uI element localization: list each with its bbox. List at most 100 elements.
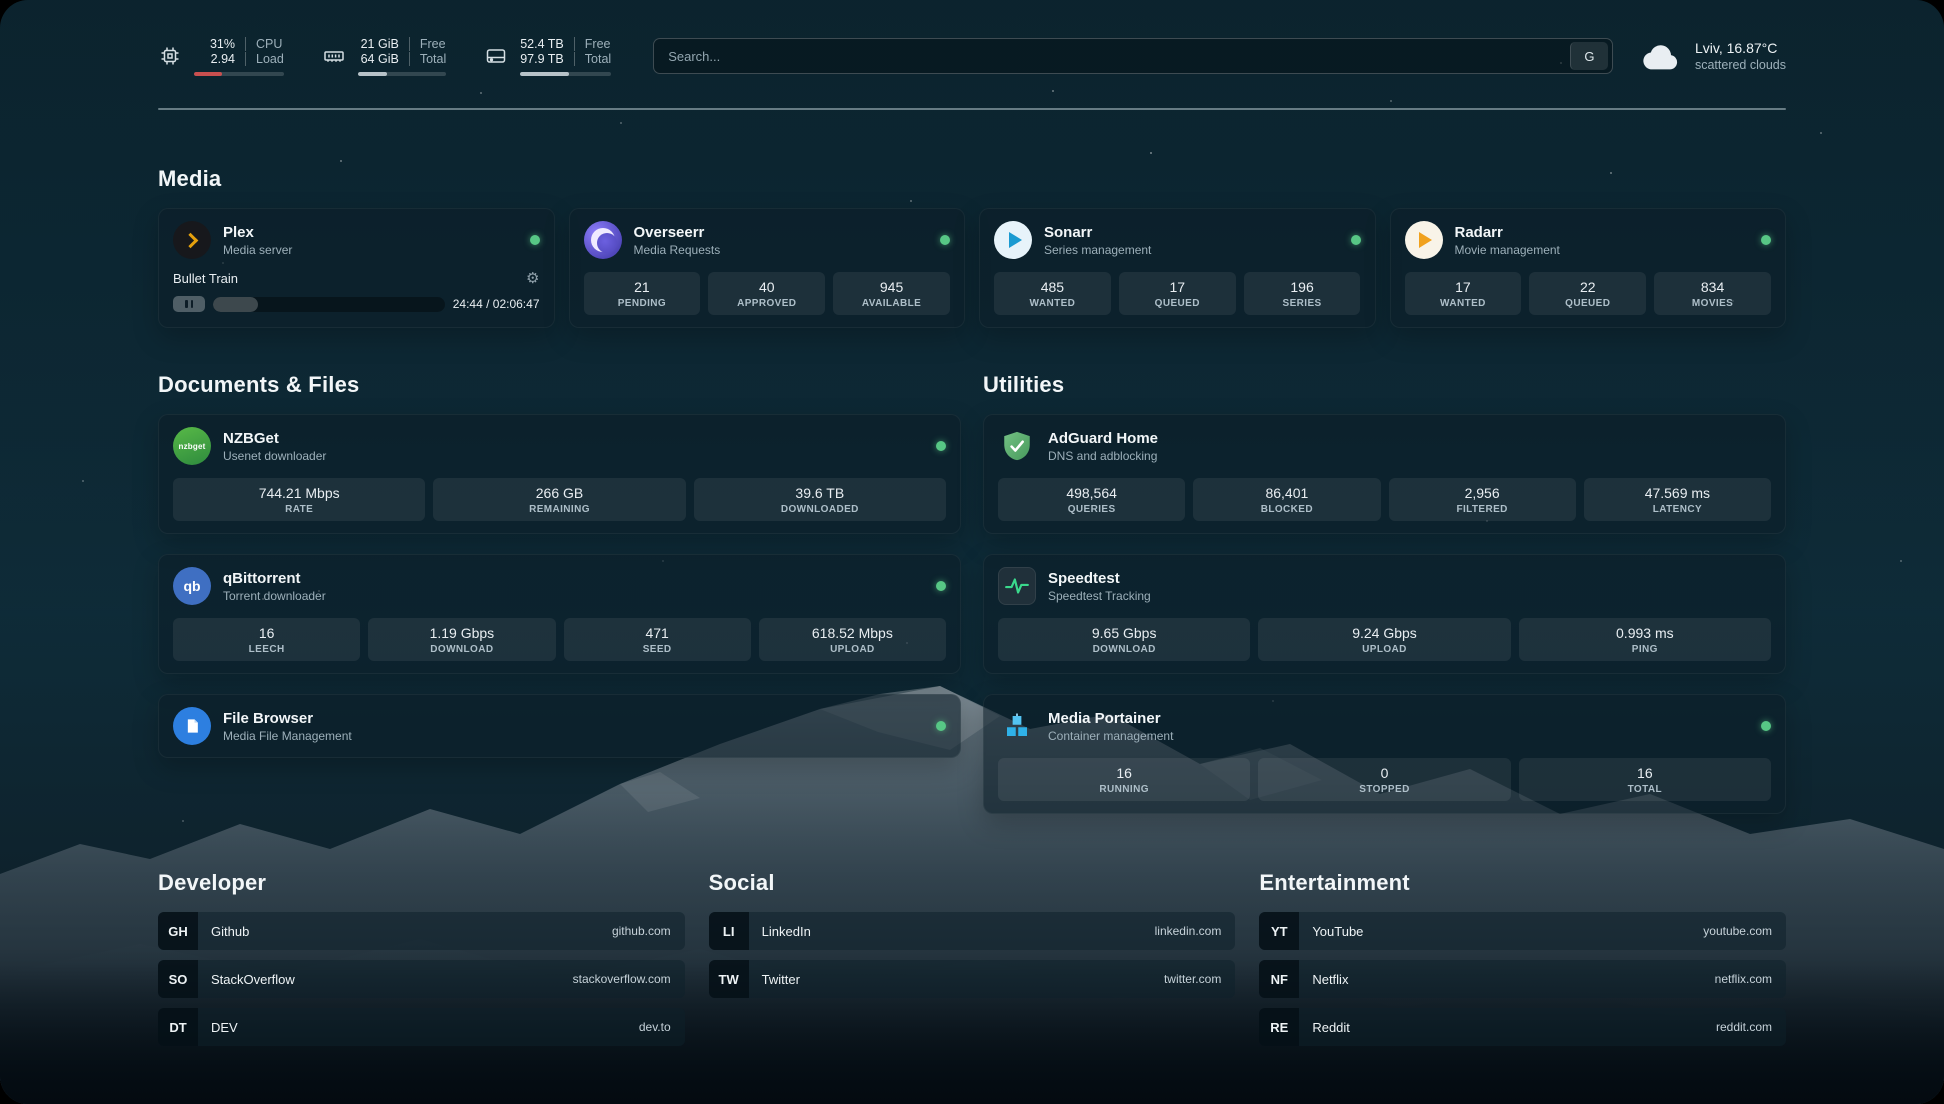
radarr-titles: Radarr Movie management — [1455, 224, 1560, 257]
stat-label: RATE — [177, 504, 421, 515]
developer-section-title: Developer — [158, 870, 685, 896]
cpu-load-label: Load — [246, 52, 284, 66]
stat-label: LATENCY — [1588, 504, 1767, 515]
cpu-readout: 31% CPU 2.94 Load — [194, 37, 284, 76]
stat-label: PING — [1523, 644, 1767, 655]
search-bar: G — [653, 38, 1613, 74]
pause-button[interactable] — [173, 296, 205, 312]
status-dot — [530, 235, 540, 245]
stat-label: QUEUED — [1533, 298, 1642, 309]
bookmark-url: linkedin.com — [1155, 924, 1236, 938]
bookmark-reddit[interactable]: RE Reddit reddit.com — [1259, 1008, 1786, 1046]
stat-label: TOTAL — [1523, 784, 1767, 795]
stat-movies: 834 MOVIES — [1654, 272, 1771, 315]
stat-label: BLOCKED — [1197, 504, 1376, 515]
plex-now-playing-row: Bullet Train ⚙ — [173, 271, 540, 286]
overseerr-icon[interactable] — [584, 221, 622, 259]
social-section-title: Social — [709, 870, 1236, 896]
search-engine-button[interactable]: G — [1570, 42, 1608, 70]
gear-icon[interactable]: ⚙ — [526, 271, 539, 286]
app-subtitle: Movie management — [1455, 243, 1560, 257]
stat-value: 21 — [588, 279, 697, 295]
stat-filtered: 2,956 FILTERED — [1389, 478, 1576, 521]
filebrowser-card[interactable]: File Browser Media File Management — [158, 694, 961, 758]
filebrowser-header: File Browser Media File Management — [173, 707, 946, 745]
filebrowser-icon[interactable] — [173, 707, 211, 745]
plex-card[interactable]: Plex Media server Bullet Train ⚙ 24:44 /… — [158, 208, 555, 328]
stat-queued: 22 QUEUED — [1529, 272, 1646, 315]
stat-label: DOWNLOAD — [372, 644, 551, 655]
bookmark-youtube[interactable]: YT YouTube youtube.com — [1259, 912, 1786, 950]
radarr-header: Radarr Movie management — [1405, 221, 1772, 259]
bookmark-stackoverflow[interactable]: SO StackOverflow stackoverflow.com — [158, 960, 685, 998]
portainer-card[interactable]: Media Portainer Container management 16 … — [983, 694, 1786, 814]
netflix-icon: NF — [1259, 960, 1299, 998]
stat-download: 9.65 Gbps DOWNLOAD — [998, 618, 1250, 661]
speedtest-card[interactable]: Speedtest Speedtest Tracking 9.65 Gbps D… — [983, 554, 1786, 674]
stat-label: DOWNLOADED — [698, 504, 942, 515]
sonarr-titles: Sonarr Series management — [1044, 224, 1151, 257]
developer-links: GH Github github.com SO StackOverflow st… — [158, 912, 685, 1046]
portainer-titles: Media Portainer Container management — [1048, 710, 1173, 743]
stat-label: LEECH — [177, 644, 356, 655]
overseerr-card[interactable]: Overseerr Media Requests 21 PENDING 40 A… — [569, 208, 966, 328]
stat-label: SERIES — [1248, 298, 1357, 309]
entertainment-links: YT YouTube youtube.com NF Netflix netfli… — [1259, 912, 1786, 1046]
qbittorrent-header: qb qBittorrent Torrent downloader — [173, 567, 946, 605]
stat-upload: 9.24 Gbps UPLOAD — [1258, 618, 1510, 661]
media-grid: Plex Media server Bullet Train ⚙ 24:44 /… — [158, 208, 1786, 328]
plex-icon[interactable] — [173, 221, 211, 259]
playback-progress-track — [213, 297, 445, 312]
app-name: AdGuard Home — [1048, 430, 1158, 447]
sonarr-header: Sonarr Series management — [994, 221, 1361, 259]
stat-latency: 47.569 ms LATENCY — [1584, 478, 1771, 521]
stat-label: FILTERED — [1393, 504, 1572, 515]
hdd-icon — [484, 44, 508, 68]
disk-free: 52.4 TB — [520, 37, 575, 51]
cpu-progress-fill — [194, 72, 222, 76]
stat-label: WANTED — [998, 298, 1107, 309]
sonarr-icon[interactable] — [994, 221, 1032, 259]
search-input[interactable] — [654, 39, 1570, 73]
radarr-icon[interactable] — [1405, 221, 1443, 259]
stat-value: 498,564 — [1002, 485, 1181, 501]
radarr-card[interactable]: Radarr Movie management 17 WANTED 22 QUE… — [1390, 208, 1787, 328]
stat-label: SEED — [568, 644, 747, 655]
bookmark-github[interactable]: GH Github github.com — [158, 912, 685, 950]
bookmark-url: reddit.com — [1716, 1020, 1786, 1034]
qbittorrent-icon[interactable]: qb — [173, 567, 211, 605]
middle-columns: Documents & Files nzbget NZBGet Usenet d… — [158, 372, 1786, 814]
bookmark-netflix[interactable]: NF Netflix netflix.com — [1259, 960, 1786, 998]
nzbget-card[interactable]: nzbget NZBGet Usenet downloader 744.21 M… — [158, 414, 961, 534]
qbittorrent-card[interactable]: qb qBittorrent Torrent downloader 16 — [158, 554, 961, 674]
stat-blocked: 86,401 BLOCKED — [1193, 478, 1380, 521]
stat-value: 0.993 ms — [1523, 625, 1767, 641]
memory-icon — [322, 44, 346, 68]
bookmark-linkedin[interactable]: LI LinkedIn linkedin.com — [709, 912, 1236, 950]
cpu-widget: 31% CPU 2.94 Load — [158, 37, 284, 76]
app-name: Radarr — [1455, 224, 1560, 241]
documents-section-title: Documents & Files — [158, 372, 961, 398]
nzbget-icon[interactable]: nzbget — [173, 427, 211, 465]
speedtest-icon[interactable] — [998, 567, 1036, 605]
app-subtitle: Torrent downloader — [223, 589, 326, 603]
portainer-icon[interactable] — [998, 707, 1036, 745]
bookmark-twitter[interactable]: TW Twitter twitter.com — [709, 960, 1236, 998]
app-name: File Browser — [223, 710, 352, 727]
adguard-card[interactable]: AdGuard Home DNS and adblocking 498,564 … — [983, 414, 1786, 534]
file-icon — [182, 716, 202, 736]
adguard-icon[interactable] — [998, 427, 1036, 465]
stat-label: AVAILABLE — [837, 298, 946, 309]
app-name: qBittorrent — [223, 570, 326, 587]
ram-progress-bar — [358, 72, 446, 76]
stat-value: 2,956 — [1393, 485, 1572, 501]
bookmark-dev[interactable]: DT DEV dev.to — [158, 1008, 685, 1046]
bookmark-name: StackOverflow — [198, 972, 295, 987]
bookmark-url: stackoverflow.com — [573, 972, 685, 986]
ram-free: 21 GiB — [358, 37, 410, 51]
portainer-header: Media Portainer Container management — [998, 707, 1771, 745]
sonarr-card[interactable]: Sonarr Series management 485 WANTED 17 Q… — [979, 208, 1376, 328]
bookmark-url: netflix.com — [1715, 972, 1786, 986]
stat-value: 17 — [1123, 279, 1232, 295]
status-dot — [936, 721, 946, 731]
